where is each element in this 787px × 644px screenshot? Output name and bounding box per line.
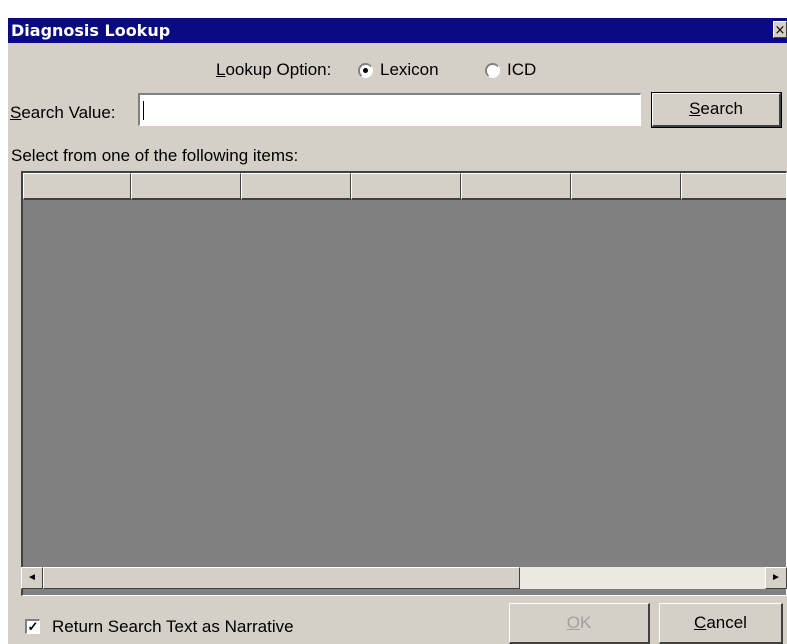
column-header[interactable] xyxy=(571,173,681,200)
ok-button[interactable]: OK xyxy=(509,603,650,644)
results-list[interactable] xyxy=(21,171,787,596)
cancel-button[interactable]: Cancel xyxy=(659,603,783,644)
return-narrative-label[interactable]: Return Search Text as Narrative xyxy=(52,617,294,637)
list-caption: Select from one of the following items: xyxy=(11,146,299,165)
return-narrative-checkbox[interactable]: ✓ xyxy=(25,619,40,634)
column-header[interactable] xyxy=(351,173,461,200)
scroll-right-icon[interactable]: ► xyxy=(765,567,787,589)
column-header[interactable] xyxy=(131,173,241,200)
dialog-body: Lookup Option: Lexicon ICD Search Value:… xyxy=(8,43,787,644)
search-value-label: Search Value: xyxy=(10,103,116,122)
close-icon[interactable]: × xyxy=(773,21,787,38)
lexicon-radio-label[interactable]: Lexicon xyxy=(380,60,439,80)
scroll-left-icon[interactable]: ◄ xyxy=(21,567,43,589)
title-bar: Diagnosis Lookup × xyxy=(8,18,787,43)
horizontal-scrollbar[interactable]: ◄ ► xyxy=(21,567,787,589)
column-header[interactable] xyxy=(241,173,351,200)
text-caret xyxy=(143,101,144,120)
search-input[interactable] xyxy=(138,93,641,126)
window-title: Diagnosis Lookup xyxy=(11,21,171,40)
column-header[interactable] xyxy=(681,173,786,200)
lexicon-radio[interactable] xyxy=(358,63,373,78)
icd-radio[interactable] xyxy=(485,63,500,78)
icd-radio-label[interactable]: ICD xyxy=(507,60,536,80)
lookup-option-label: Lookup Option: xyxy=(216,60,332,79)
search-button[interactable]: Search xyxy=(651,92,782,128)
scroll-thumb[interactable] xyxy=(43,567,520,589)
column-header[interactable] xyxy=(461,173,571,200)
column-header[interactable] xyxy=(23,173,131,200)
